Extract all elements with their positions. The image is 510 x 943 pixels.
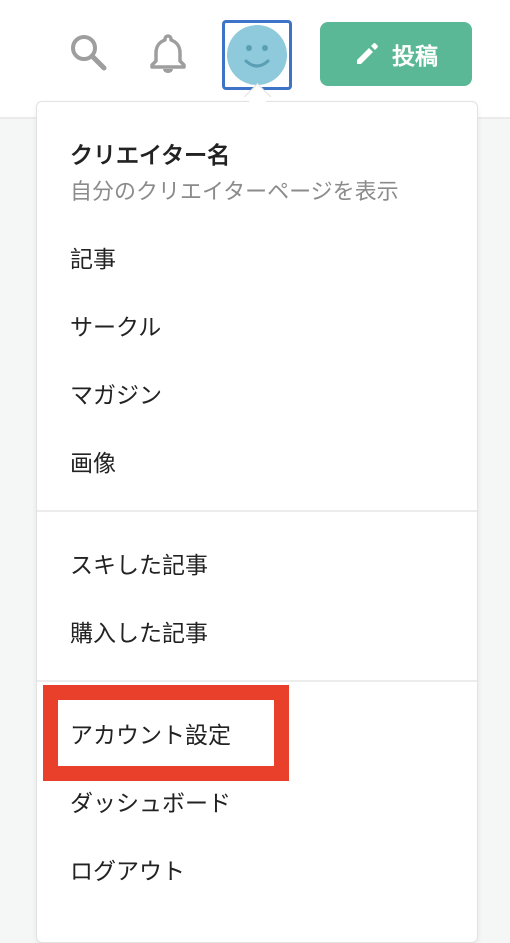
menu-item-images[interactable]: 画像 xyxy=(70,444,116,478)
pencil-icon xyxy=(357,43,378,64)
menu-item-magazine[interactable]: マガジン xyxy=(70,376,162,410)
menu-divider xyxy=(37,510,477,512)
creator-name[interactable]: クリエイター名 xyxy=(70,136,230,170)
menu-item-articles[interactable]: 記事 xyxy=(70,240,116,274)
view-creator-page-link[interactable]: 自分のクリエイターページを表示 xyxy=(70,174,399,206)
menu-item-liked-articles[interactable]: スキした記事 xyxy=(70,546,208,580)
menu-item-account-settings[interactable]: アカウント設定 xyxy=(70,716,231,750)
menu-item-circle[interactable]: サークル xyxy=(70,308,161,342)
notification-button[interactable] xyxy=(146,30,190,74)
post-button[interactable]: 投稿 xyxy=(320,22,472,86)
account-dropdown-menu: クリエイター名 自分のクリエイターページを表示 記事 サークル マガジン 画像 … xyxy=(36,101,478,943)
search-button[interactable] xyxy=(66,30,110,74)
menu-item-purchased-articles[interactable]: 購入した記事 xyxy=(70,614,208,648)
bell-icon xyxy=(150,34,186,73)
avatar xyxy=(227,25,287,85)
avatar-smiley-icon xyxy=(244,45,270,68)
post-button-label: 投稿 xyxy=(392,44,438,70)
menu-item-logout[interactable]: ログアウト xyxy=(70,852,185,886)
menu-divider xyxy=(37,680,477,682)
avatar-button[interactable] xyxy=(222,20,292,90)
search-icon xyxy=(71,35,107,71)
menu-item-dashboard[interactable]: ダッシュボード xyxy=(70,784,231,818)
